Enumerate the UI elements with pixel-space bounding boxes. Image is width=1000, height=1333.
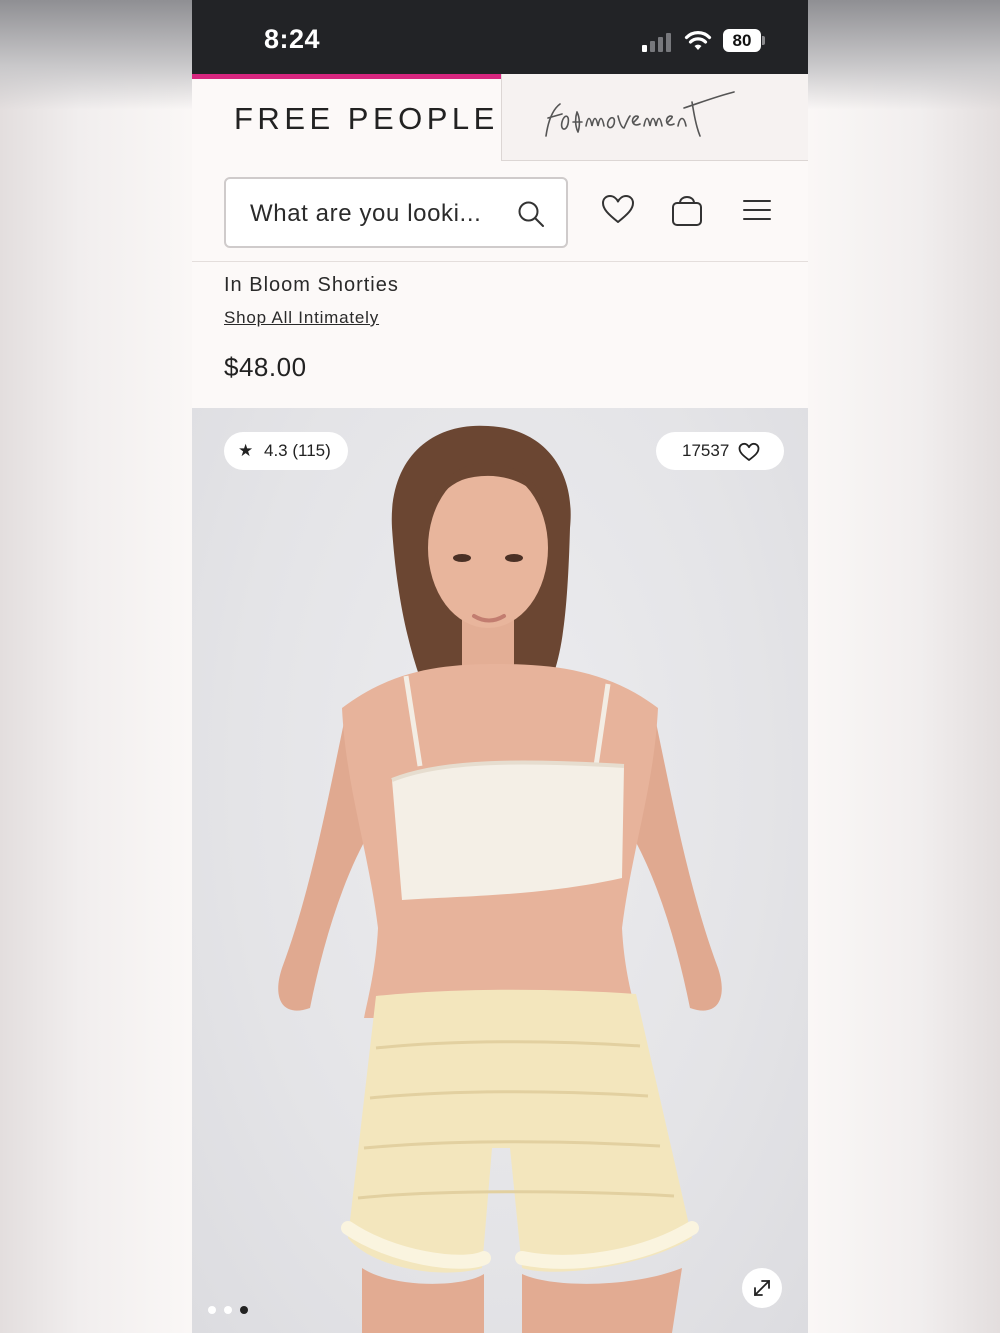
- search-header: What are you looki...: [192, 161, 808, 262]
- pagination-dot-active[interactable]: [240, 1306, 248, 1314]
- cellular-signal-icon: [642, 32, 672, 52]
- pagination-dot[interactable]: [224, 1306, 232, 1314]
- search-input[interactable]: What are you looki...: [224, 177, 568, 248]
- heart-outline-icon: [738, 442, 760, 461]
- status-time: 8:24: [264, 24, 321, 54]
- free-people-logo: FREE PEOPLE: [234, 101, 499, 136]
- menu-icon[interactable]: [739, 192, 775, 228]
- battery-level: 80: [723, 29, 761, 52]
- pagination-dot[interactable]: [208, 1306, 216, 1314]
- heart-icon[interactable]: [600, 192, 636, 228]
- fp-movement-logo: [545, 91, 735, 137]
- product-name: In Bloom Shorties: [224, 274, 399, 296]
- expand-icon: [754, 1280, 770, 1296]
- status-bar: 8:24 80: [192, 0, 808, 74]
- search-placeholder: What are you looki...: [250, 200, 482, 227]
- star-icon: ★: [238, 441, 254, 460]
- favorite-count: 17537: [682, 441, 730, 460]
- battery-tip: [762, 36, 765, 45]
- rating-text: 4.3 (115): [264, 441, 331, 460]
- expand-image-button[interactable]: [742, 1268, 782, 1308]
- wifi-icon: [684, 31, 712, 50]
- product-image[interactable]: ★ 4.3 (115) 17537: [192, 408, 808, 1333]
- search-icon[interactable]: [516, 199, 546, 229]
- product-price: $48.00: [224, 352, 307, 382]
- phone-screen: 8:24 80 FREE PEOPLE What are you looki..…: [192, 0, 808, 1333]
- rating-badge[interactable]: ★ 4.3 (115): [224, 432, 348, 470]
- brand-tabs: FREE PEOPLE: [192, 74, 808, 161]
- bag-icon[interactable]: [669, 192, 705, 228]
- model-photo: [278, 425, 722, 1333]
- tab-free-people[interactable]: FREE PEOPLE: [192, 74, 501, 161]
- favorite-count-badge[interactable]: 17537: [656, 432, 784, 470]
- tab-fp-movement[interactable]: [501, 74, 808, 161]
- shop-all-link[interactable]: Shop All Intimately: [224, 308, 379, 328]
